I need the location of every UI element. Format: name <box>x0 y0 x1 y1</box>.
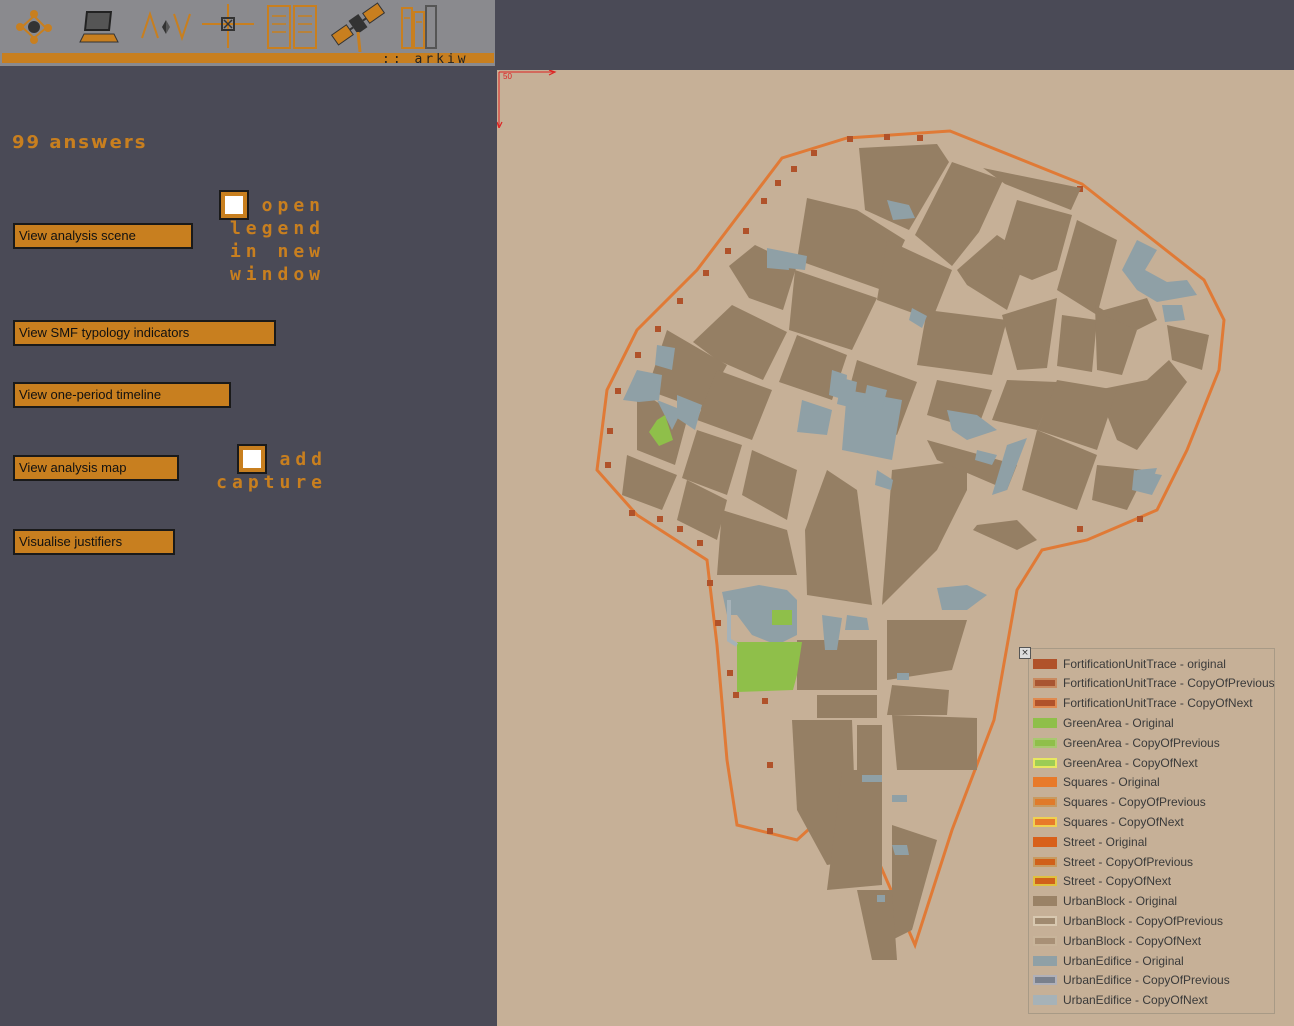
add-capture-label: add capture <box>215 448 327 494</box>
legend-label: GreenArea - CopyOfNext <box>1063 755 1198 770</box>
legend-close-icon[interactable]: × <box>1019 647 1031 659</box>
scale-label: 50 <box>503 72 512 81</box>
legend-item: Squares - CopyOfPrevious <box>1033 793 1206 812</box>
add-capture-line-2: capture <box>216 472 327 493</box>
legend-swatch <box>1033 856 1057 867</box>
legend-swatch <box>1033 737 1057 748</box>
legend-swatch <box>1033 658 1057 669</box>
legend-label: GreenArea - Original <box>1063 715 1174 730</box>
legend-swatch <box>1033 678 1057 689</box>
legend-item: UrbanEdifice - CopyOfNext <box>1033 991 1208 1010</box>
document-columns-icon[interactable] <box>262 2 326 52</box>
legend-swatch <box>1033 836 1057 847</box>
open-legend-line-2: legend <box>229 218 325 239</box>
answers-count: 99 answers <box>12 132 148 153</box>
satellite-icon[interactable] <box>326 2 390 53</box>
crosshair-target-icon[interactable] <box>196 2 260 52</box>
legend-label: UrbanBlock - Original <box>1063 894 1178 909</box>
legend-item: UrbanBlock - Original <box>1033 892 1177 911</box>
legend-swatch <box>1033 698 1057 709</box>
legend-label: Street - CopyOfNext <box>1063 874 1172 889</box>
view-analysis-map-button[interactable]: View analysis map <box>13 455 179 481</box>
legend-item: FortificationUnitTrace - CopyOfNext <box>1033 694 1253 713</box>
legend-label: Squares - CopyOfNext <box>1063 814 1184 829</box>
legend-label: Squares - CopyOfPrevious <box>1063 795 1206 810</box>
legend-swatch <box>1033 797 1057 808</box>
view-one-period-timeline-button[interactable]: View one-period timeline <box>13 382 231 408</box>
books-icon[interactable] <box>390 2 454 52</box>
legend-label: FortificationUnitTrace - CopyOfNext <box>1063 696 1253 711</box>
legend-label: Street - Original <box>1063 834 1148 849</box>
legend-label: FortificationUnitTrace - original <box>1063 656 1226 671</box>
legend-label: UrbanBlock - CopyOfPrevious <box>1063 913 1224 928</box>
legend-swatch <box>1033 995 1057 1006</box>
legend-item: FortificationUnitTrace - CopyOfPrevious <box>1033 674 1275 693</box>
toolbar: :: arkiw <box>0 0 495 67</box>
legend-label: GreenArea - CopyOfPrevious <box>1063 735 1220 750</box>
analysis-map[interactable]: 50 × FortificationUnitTrace - original Fo… <box>497 70 1294 1026</box>
add-capture-line-1: add <box>279 449 327 470</box>
view-analysis-scene-button[interactable]: View analysis scene <box>13 223 193 249</box>
brand-label: :: arkiw <box>382 52 469 67</box>
legend-swatch <box>1033 876 1057 887</box>
legend-item: FortificationUnitTrace - original <box>1033 654 1226 673</box>
legend-swatch <box>1033 816 1057 827</box>
legend-item: Squares - Original <box>1033 773 1160 792</box>
arrows-compare-icon[interactable] <box>134 2 198 52</box>
legend-swatch <box>1033 757 1057 768</box>
legend-label: UrbanEdifice - CopyOfPrevious <box>1063 973 1230 988</box>
open-legend-line-3: in new <box>229 241 325 262</box>
visualise-justifiers-button[interactable]: Visualise justifiers <box>13 529 175 555</box>
network-nodes-icon[interactable] <box>2 2 66 52</box>
legend-label: Squares - Original <box>1063 775 1160 790</box>
legend-label: UrbanBlock - CopyOfNext <box>1063 933 1202 948</box>
open-legend-label: open legend in new window <box>215 194 325 286</box>
legend-item: UrbanEdifice - CopyOfPrevious <box>1033 971 1230 990</box>
legend-swatch <box>1033 955 1057 966</box>
legend-item: Squares - CopyOfNext <box>1033 812 1184 831</box>
legend-swatch <box>1033 935 1057 946</box>
legend-swatch <box>1033 896 1057 907</box>
legend-item: UrbanBlock - CopyOfPrevious <box>1033 911 1223 930</box>
legend-item: GreenArea - CopyOfPrevious <box>1033 733 1220 752</box>
legend-item: UrbanEdifice - Original <box>1033 951 1184 970</box>
legend-item: Street - CopyOfPrevious <box>1033 852 1193 871</box>
legend-label: Street - CopyOfPrevious <box>1063 854 1194 869</box>
map-legend: × FortificationUnitTrace - original Forti… <box>1019 647 1275 1014</box>
legend-label: UrbanEdifice - CopyOfNext <box>1063 993 1208 1008</box>
legend-swatch <box>1033 777 1057 788</box>
legend-swatch <box>1033 717 1057 728</box>
legend-item: Street - CopyOfNext <box>1033 872 1171 891</box>
legend-label: FortificationUnitTrace - CopyOfPrevious <box>1063 676 1275 691</box>
legend-label: UrbanEdifice - Original <box>1063 953 1184 968</box>
open-legend-line-1: open <box>261 195 325 216</box>
view-smf-typology-button[interactable]: View SMF typology indicators <box>13 320 276 346</box>
legend-item: GreenArea - Original <box>1033 713 1174 732</box>
legend-swatch <box>1033 915 1057 926</box>
open-legend-line-4: window <box>229 264 325 285</box>
laptop-icon[interactable] <box>68 2 132 52</box>
legend-item: UrbanBlock - CopyOfNext <box>1033 931 1201 950</box>
legend-swatch <box>1033 975 1057 986</box>
legend-item: Street - Original <box>1033 832 1147 851</box>
legend-item: GreenArea - CopyOfNext <box>1033 753 1198 772</box>
